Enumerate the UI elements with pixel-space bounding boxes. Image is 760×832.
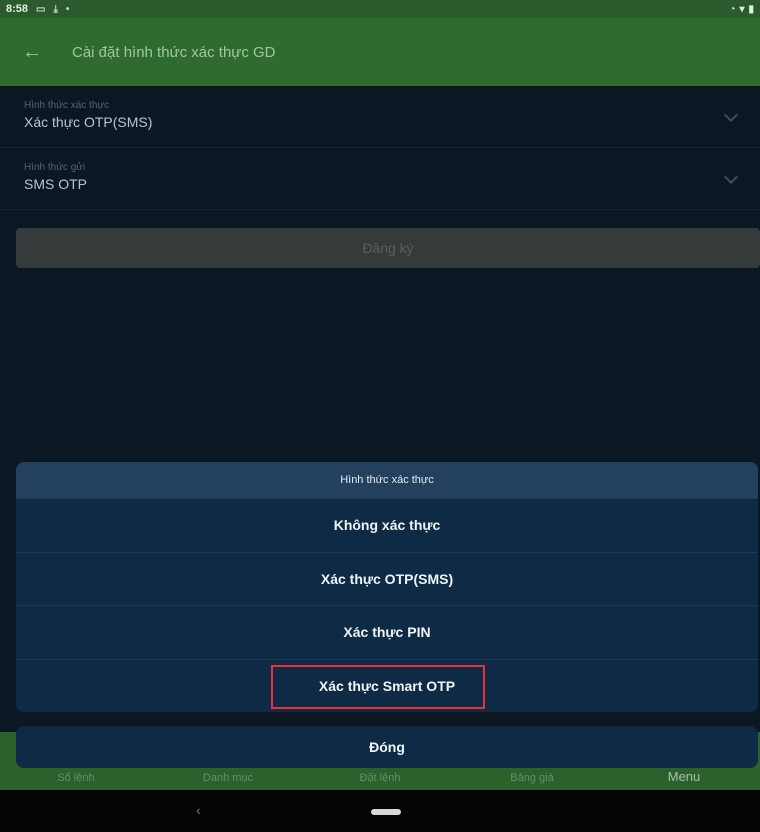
app-bar: ← Cài đặt hình thức xác thực GD: [0, 18, 760, 86]
option-otp-sms[interactable]: Xác thực OTP(SMS): [16, 551, 758, 606]
page-title: Cài đặt hình thức xác thực GD: [72, 43, 276, 61]
back-arrow-icon[interactable]: ←: [22, 41, 44, 63]
download-icon: ⤓: [53, 3, 58, 15]
option-smart-otp[interactable]: Xác thực Smart OTP: [16, 658, 758, 713]
option-no-auth[interactable]: Không xác thực: [16, 498, 758, 552]
message-icon: ▭: [36, 3, 46, 15]
system-nav-bar: ‹: [0, 790, 760, 832]
status-right: ◔ ▾ ▮: [729, 4, 754, 15]
highlight-box: [271, 664, 485, 709]
sheet-title: Hình thức xác thực: [16, 462, 758, 498]
status-time: 8:58: [6, 3, 29, 15]
dot-icon: •: [65, 3, 70, 15]
screen: 8:58 ▭ ⤓ • ◔ ▾ ▮ ← Cài đặt hình thức xác…: [0, 0, 760, 832]
close-button[interactable]: Đóng: [16, 726, 758, 768]
battery-icon: ▮: [748, 3, 754, 15]
wifi-icon: ▾: [739, 3, 745, 15]
system-back-icon[interactable]: ‹: [196, 802, 201, 818]
system-home-icon[interactable]: [371, 809, 401, 815]
signal-icon: ◔: [729, 3, 736, 15]
status-bar: 8:58 ▭ ⤓ • ◔ ▾ ▮: [0, 0, 760, 18]
auth-method-sheet: Hình thức xác thực Không xác thực Xác th…: [16, 462, 758, 712]
option-pin[interactable]: Xác thực PIN: [16, 605, 758, 659]
